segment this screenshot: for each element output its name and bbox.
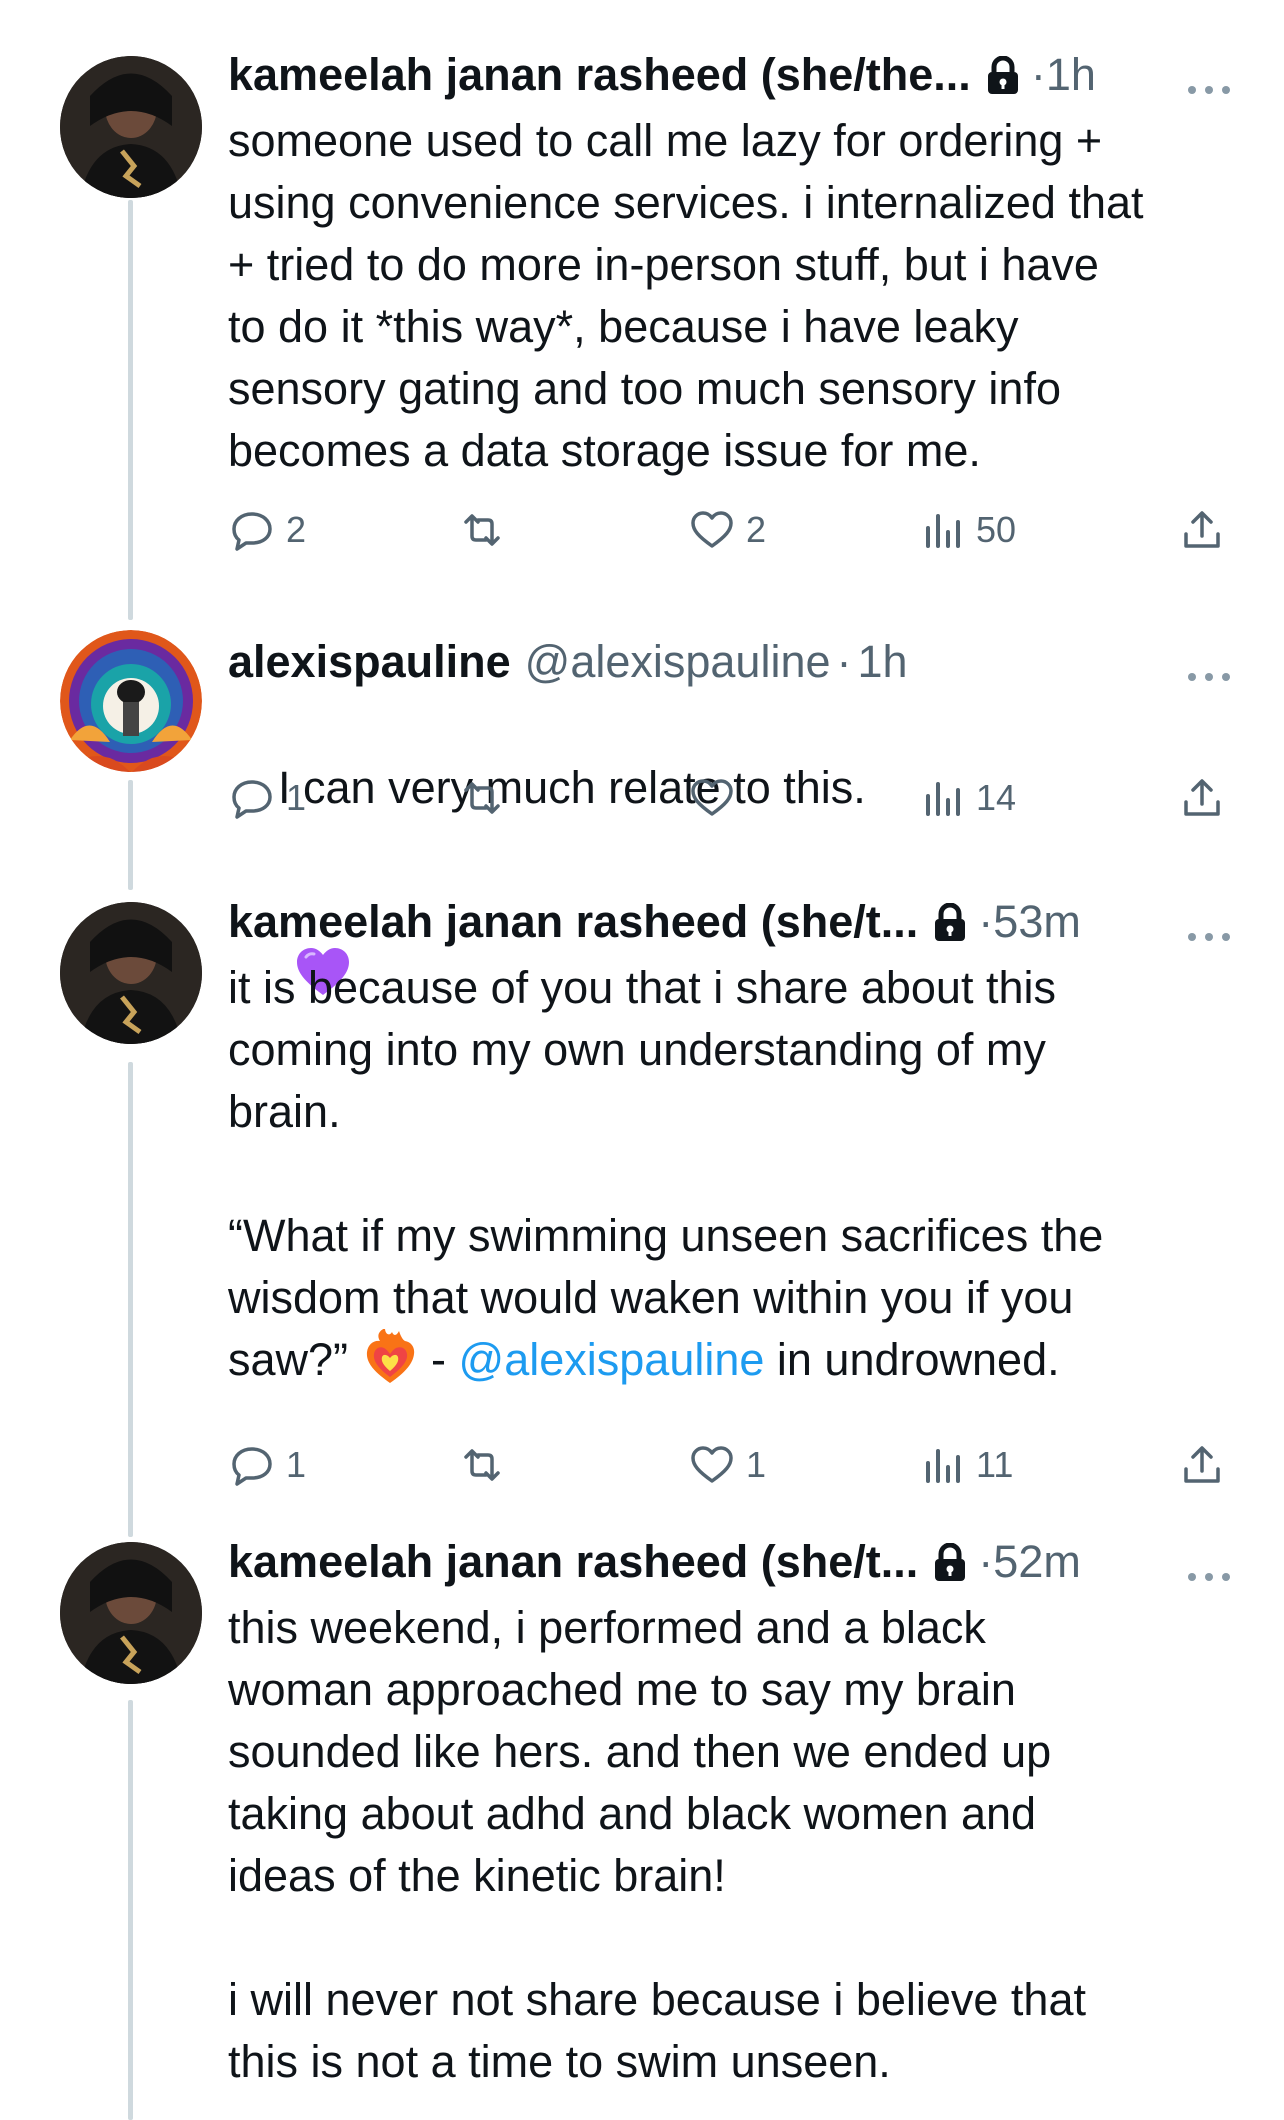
tweet[interactable]: alexispauline @alexispauline · 1h I can … — [0, 600, 1284, 995]
reply-count: 1 — [286, 1444, 307, 1485]
share-icon — [1184, 1446, 1220, 1483]
timestamp-sep: · — [978, 1536, 994, 1587]
views-button[interactable]: 11 — [918, 1435, 1013, 1495]
tweet-header: kameelah janan rasheed (she/the... · 1h — [228, 45, 1244, 105]
tweet-header: kameelah janan rasheed (she/t... · 53m — [228, 892, 1244, 952]
timestamp-sep: · — [978, 896, 994, 947]
like-button[interactable]: 1 — [688, 1435, 766, 1495]
views-count: 14 — [976, 777, 1017, 818]
share-button[interactable] — [1178, 1435, 1226, 1495]
timestamp[interactable]: 52m — [993, 1536, 1081, 1588]
timestamp-sep: · — [1030, 49, 1046, 100]
heart-icon — [691, 511, 733, 548]
tweet[interactable]: kameelah janan rasheed (she/t... · 52m t… — [0, 1520, 1284, 2119]
more-options-icon[interactable] — [1184, 646, 1234, 681]
share-button[interactable] — [1178, 500, 1226, 560]
avatar[interactable] — [60, 56, 202, 198]
author-name[interactable]: kameelah janan rasheed (she/t... — [228, 1536, 918, 1588]
more-options-icon[interactable] — [1184, 1546, 1234, 1581]
reply-icon — [232, 1447, 272, 1486]
heart-icon — [691, 1446, 733, 1483]
views-icon — [926, 514, 960, 548]
views-icon — [926, 782, 960, 816]
repost-button[interactable] — [458, 768, 516, 828]
share-button[interactable] — [1178, 768, 1226, 828]
tweet-text: it is because of you that i share about … — [228, 962, 1104, 1385]
tweet-header: alexispauline @alexispauline · 1h — [228, 632, 1244, 692]
heart-icon — [691, 779, 733, 816]
reply-button[interactable]: 1 — [228, 768, 306, 828]
avatar[interactable] — [60, 1542, 202, 1684]
avatar[interactable] — [60, 630, 202, 772]
tweet-text-sep: - — [418, 1334, 459, 1385]
mention-link[interactable]: @alexispauline — [459, 1334, 765, 1385]
lock-icon — [932, 902, 968, 942]
views-count: 11 — [976, 1444, 1014, 1485]
repost-icon — [464, 1449, 500, 1481]
timestamp[interactable]: 1h — [858, 636, 908, 688]
tweet-actions: 2 2 50 — [228, 500, 1228, 560]
avatar[interactable] — [60, 902, 202, 1044]
repost-button[interactable] — [458, 1435, 516, 1495]
timestamp[interactable]: 53m — [993, 896, 1081, 948]
lock-icon — [932, 1542, 968, 1582]
share-icon — [1184, 779, 1220, 816]
author-name[interactable]: kameelah janan rasheed (she/the... — [228, 49, 971, 101]
author-name[interactable]: kameelah janan rasheed (she/t... — [228, 896, 918, 948]
author-name[interactable]: alexispauline — [228, 636, 511, 688]
like-count: 1 — [746, 1444, 767, 1485]
views-button[interactable]: 50 — [918, 500, 1016, 560]
repost-icon — [464, 514, 500, 546]
heart-on-fire-icon — [361, 1328, 419, 1387]
reply-button[interactable]: 2 — [228, 500, 306, 560]
reply-icon — [232, 780, 272, 819]
tweet-actions: 1 1 11 — [228, 1435, 1228, 1495]
timestamp-sep: · — [836, 636, 852, 687]
tweet[interactable]: kameelah janan rasheed (she/t... · 53m i… — [0, 880, 1284, 1520]
reply-count: 1 — [286, 777, 307, 818]
repost-button[interactable] — [458, 500, 516, 560]
tweet-actions: 1 14 — [228, 768, 1228, 828]
tweet[interactable]: kameelah janan rasheed (she/the... · 1h … — [0, 0, 1284, 600]
more-options-icon[interactable] — [1184, 59, 1234, 94]
tweet-text-end: in undrowned. — [764, 1334, 1060, 1385]
like-button[interactable]: 2 — [688, 500, 766, 560]
author-handle[interactable]: @alexispauline — [525, 636, 831, 688]
more-options-icon[interactable] — [1184, 906, 1234, 941]
like-count: 2 — [746, 509, 767, 550]
reply-count: 2 — [286, 509, 307, 550]
timestamp[interactable]: 1h — [1046, 49, 1096, 101]
lock-icon — [985, 55, 1021, 95]
reply-icon — [232, 512, 272, 551]
tweet-text: this weekend, i performed and a black wo… — [228, 1602, 1086, 2087]
like-button[interactable] — [688, 768, 746, 828]
tweet-header: kameelah janan rasheed (she/t... · 52m — [228, 1532, 1244, 1592]
views-icon — [926, 1449, 960, 1483]
views-count: 50 — [976, 509, 1017, 550]
tweet-text: someone used to call me lazy for orderin… — [228, 115, 1144, 476]
repost-icon — [464, 782, 500, 814]
reply-button[interactable]: 1 — [228, 1435, 306, 1495]
views-button[interactable]: 14 — [918, 768, 1016, 828]
share-icon — [1184, 511, 1220, 548]
tweet-text-wrap: it is because of you that i share about … — [228, 957, 1248, 1391]
